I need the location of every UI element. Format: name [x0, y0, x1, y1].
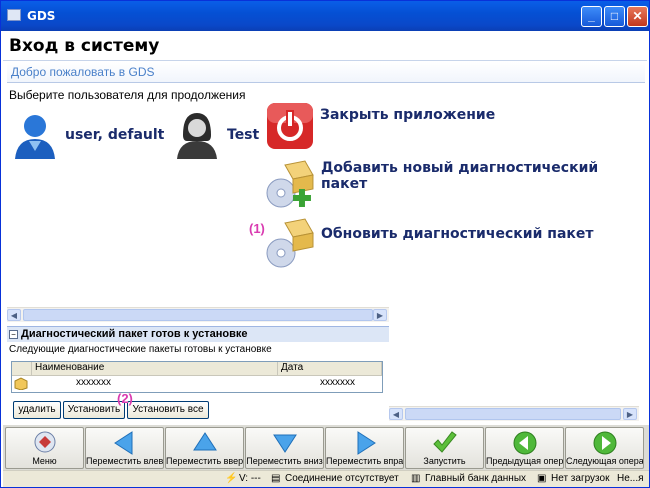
- page-title: Вход в систему: [9, 36, 160, 56]
- package-table: Наименование Дата xxxxxxx xxxxxxx: [11, 361, 383, 393]
- package-section-header[interactable]: − Диагностический пакет готов к установк…: [7, 326, 389, 342]
- scrollbar-thumb[interactable]: [405, 408, 621, 420]
- connection-status: Соединение отсутствует: [285, 473, 399, 484]
- arrow-up-icon: [193, 432, 217, 451]
- close-app-action[interactable]: Закрыть приложение: [265, 101, 495, 151]
- arrow-left-icon: [114, 431, 133, 455]
- user-test[interactable]: Test: [173, 111, 259, 159]
- move-down-label: Переместить вниз: [246, 456, 323, 466]
- checkmark-icon: [433, 431, 457, 453]
- collapse-icon[interactable]: −: [9, 330, 18, 339]
- update-package-icon: [266, 218, 314, 268]
- scroll-right-arrow-icon[interactable]: ▶: [373, 309, 387, 321]
- update-package-label: Обновить диагностический пакет: [321, 226, 594, 242]
- window-title: GDS: [27, 9, 56, 23]
- database-status: Главный банк данных: [425, 473, 527, 484]
- horizontal-scrollbar[interactable]: ◀ ▶: [7, 307, 389, 322]
- minimize-button[interactable]: _: [581, 6, 602, 27]
- move-left-button[interactable]: Переместить влево: [85, 427, 164, 469]
- table-header-name: Наименование: [32, 362, 278, 376]
- scroll-left-arrow-icon[interactable]: ◀: [7, 309, 21, 321]
- choose-user-prompt: Выберите пользователя для продолжения: [9, 88, 246, 102]
- user-name: user, default: [65, 127, 165, 143]
- move-left-label: Переместить влево: [86, 456, 163, 466]
- move-right-label: Переместить вправо: [326, 456, 403, 466]
- lower-horizontal-scrollbar[interactable]: ◀ ▶: [389, 406, 639, 421]
- table-header-date: Дата: [278, 362, 382, 376]
- maximize-button[interactable]: □: [604, 6, 625, 27]
- page-header: Вход в систему: [3, 31, 647, 61]
- app-icon: [7, 9, 21, 21]
- package-name-cell: xxxxxxx: [76, 377, 111, 388]
- package-date-cell: xxxxxxx: [320, 377, 355, 388]
- table-header-blank: [12, 362, 32, 376]
- close-window-button[interactable]: ✕: [627, 6, 648, 27]
- title-bar[interactable]: GDS _ □ ✕: [1, 1, 649, 31]
- previous-operation-label: Предыдущая операция: [486, 456, 563, 466]
- next-icon: [593, 431, 617, 455]
- menu-button[interactable]: Меню: [5, 427, 84, 469]
- arrow-right-icon: [357, 431, 376, 455]
- misc-status: Не...я: [617, 473, 644, 484]
- database-icon: ▥: [411, 473, 421, 484]
- annotation-marker-2: (2): [117, 391, 133, 406]
- menu-label: Меню: [32, 456, 57, 466]
- install-all-button[interactable]: Установить все: [127, 401, 209, 419]
- download-icon: ▣: [537, 473, 547, 484]
- app-window: GDS _ □ ✕ Вход в систему Добро пожаловат…: [0, 0, 650, 488]
- user-default[interactable]: user, default: [11, 111, 164, 159]
- previous-operation-button[interactable]: Предыдущая операция: [485, 427, 564, 469]
- male-user-icon: [15, 115, 55, 159]
- user-name: Test: [227, 127, 260, 143]
- scroll-left-arrow-icon[interactable]: ◀: [389, 408, 403, 420]
- move-right-button[interactable]: Переместить вправо: [325, 427, 404, 469]
- install-button[interactable]: Установить: [63, 401, 125, 419]
- package-subtitle: Следующие диагностические пакеты готовы …: [9, 344, 272, 355]
- package-icon: [14, 377, 28, 390]
- move-up-button[interactable]: Переместить вверх: [165, 427, 244, 469]
- lightning-icon: ⚡: [225, 473, 238, 484]
- move-down-button[interactable]: Переместить вниз: [245, 427, 324, 469]
- female-user-icon: [177, 113, 217, 159]
- close-app-label: Закрыть приложение: [320, 107, 496, 123]
- run-label: Запустить: [423, 456, 466, 466]
- menu-icon: [34, 431, 56, 453]
- add-package-label: Добавить новый диагностический пакет: [320, 160, 599, 192]
- downloads-status: Нет загрузок: [551, 473, 610, 484]
- delete-button[interactable]: удалить: [13, 401, 61, 419]
- arrow-down-icon: [273, 434, 297, 453]
- scroll-right-arrow-icon[interactable]: ▶: [623, 408, 637, 420]
- update-package-action[interactable]: Обновить диагностический пакет: [263, 215, 594, 271]
- scrollbar-thumb[interactable]: [23, 309, 373, 321]
- package-section-title: Диагностический пакет готов к установке: [21, 328, 248, 340]
- bottom-toolbar: Меню Переместить влево Переместить вверх…: [3, 425, 649, 470]
- next-operation-label: Следующая операция: [566, 456, 643, 466]
- status-bar: ⚡ V: --- ▤ Соединение отсутствует ▥ Глав…: [3, 470, 649, 487]
- next-operation-button[interactable]: Следующая операция: [565, 427, 644, 469]
- run-button[interactable]: Запустить: [405, 427, 484, 469]
- previous-icon: [513, 431, 537, 455]
- move-up-label: Переместить вверх: [166, 456, 243, 466]
- voltage-status: V: ---: [239, 473, 261, 484]
- power-icon: [267, 103, 313, 149]
- welcome-text: Добро пожаловать в GDS: [11, 65, 155, 79]
- welcome-bar: Добро пожаловать в GDS: [7, 62, 645, 83]
- add-package-icon: [266, 160, 314, 208]
- add-package-action[interactable]: Добавить новый диагностический пакет: [263, 159, 649, 211]
- connection-icon: ▤: [271, 473, 281, 484]
